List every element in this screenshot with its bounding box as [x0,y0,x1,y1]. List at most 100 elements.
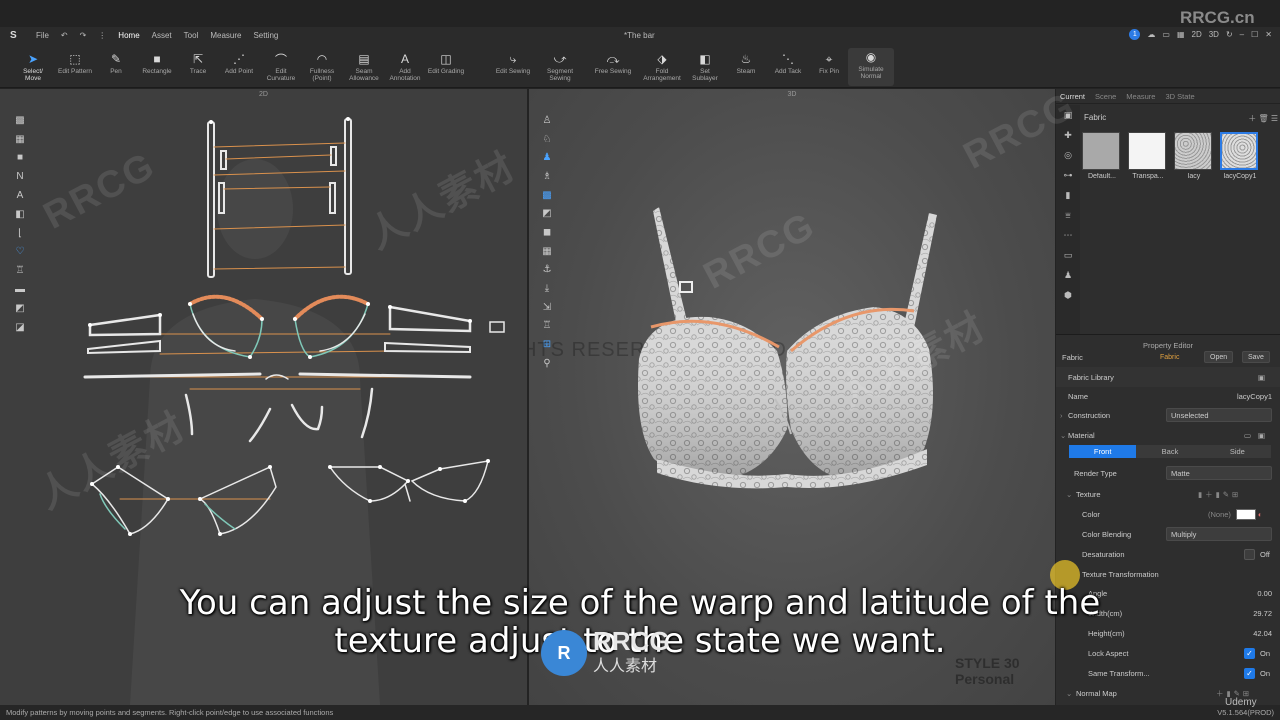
desaturation-checkbox[interactable] [1244,548,1255,560]
menu-tool[interactable]: Tool [184,31,199,40]
render-type-select[interactable]: Matte [1166,466,1272,480]
fabric-swatch-default[interactable]: Default... [1082,132,1122,180]
wing-left-lower[interactable] [87,339,161,355]
tool-fullness[interactable]: ◠ Fullness (Point) [299,50,345,82]
construction-expand-icon[interactable]: › [1060,411,1063,420]
strap-slider-left[interactable] [679,281,693,293]
menu-file[interactable]: File [36,31,49,40]
pin-category-icon[interactable]: ▮ [1056,185,1080,205]
tab-current[interactable]: Current [1060,92,1085,101]
wing-right-upper[interactable] [388,305,472,333]
fabric-swatch-lacy[interactable]: lacy [1174,132,1214,180]
menu-home[interactable]: Home [118,31,139,40]
undo-icon[interactable]: ↶ [61,31,68,40]
tab-measure[interactable]: Measure [1126,92,1155,101]
strap-3d-right[interactable] [903,213,937,333]
tool-pen[interactable]: ✎ Pen [93,50,139,75]
material-collapse-icon[interactable]: ⌄ [1060,431,1066,440]
color-blending-select[interactable]: Multiply [1166,527,1272,541]
tool-set-sublayer[interactable]: ◧ Set Sublayer [682,50,728,82]
tool-fold-arrangement[interactable]: ⬗ Fold Arrangement [639,50,685,82]
strap-3d-left[interactable] [653,207,689,337]
tool-rectangle[interactable]: ■ Rectangle [134,50,180,75]
view-2d-button[interactable]: 2D [1192,30,1202,39]
normal-map-expand-icon[interactable]: ⌄ [1066,689,1072,698]
save-material-icon[interactable]: ▣ [1258,431,1265,440]
more-icon[interactable]: ⋮ [98,31,106,40]
notification-badge[interactable]: 1 [1129,29,1141,40]
tool-trace[interactable]: ⇱ Trace [175,50,221,75]
same-transform-checkbox[interactable]: ✓ [1244,667,1255,679]
strap-left[interactable] [207,121,215,278]
menu-measure[interactable]: Measure [210,31,241,40]
graphic-category-icon[interactable]: ▭ [1056,245,1080,265]
side-front-tab[interactable]: Front [1069,445,1137,458]
tool-add-tack[interactable]: ⋱ Add Tack [765,50,811,75]
cloud-icon[interactable]: ☁ [1147,30,1155,39]
strap-right[interactable] [344,118,352,275]
tool-add-point[interactable]: ⋰ Add Point [216,50,262,75]
tab-scene[interactable]: Scene [1095,92,1116,101]
topstitch-category-icon[interactable]: ⋯ [1056,225,1080,245]
wire-right[interactable] [360,387,374,439]
tool-add-annotation[interactable]: A Add Annotation [382,50,428,82]
open-button[interactable]: Open [1204,351,1234,363]
layout-icon[interactable]: ▭ [1162,30,1170,39]
tool-segment-sewing[interactable]: ⤻ Segment Sewing [537,50,583,83]
fabric-thumb [1082,132,1120,170]
color-picker-icon[interactable]: ◐ [1258,510,1263,519]
texture-actions-icon[interactable]: ▮＋▮✎⊞ [1198,489,1241,500]
side-back-tab[interactable]: Back [1136,445,1203,458]
redo-icon[interactable]: ↷ [80,31,87,40]
side-side-tab[interactable]: Side [1204,445,1271,458]
tool-edit-sewing[interactable]: ⤷ Edit Sewing [490,50,536,76]
delete-fabric-icon[interactable]: 🗑 [1258,114,1268,123]
tool-fix-pin[interactable]: ⌖ Fix Pin [806,50,852,76]
close-icon[interactable]: ✕ [1265,30,1272,39]
fabric-category-icon[interactable]: ▣ [1056,105,1080,125]
button-category-icon[interactable]: ✚ [1056,125,1080,145]
texture-collapse-icon[interactable]: ⌄ [1066,490,1072,499]
save-button[interactable]: Save [1242,351,1270,363]
fabric-library-icon[interactable]: ▣ [1258,373,1265,382]
tool-select-move[interactable]: ➤ Select/ Move [10,50,56,82]
menu-setting[interactable]: Setting [253,31,278,40]
tool-edit-pattern[interactable]: ⬚ Edit Pattern [52,50,98,75]
fabric-swatch-transparent[interactable]: Transpa... [1128,132,1168,180]
fabric-heading: Fabric [1084,113,1107,122]
tool-edit-curvature[interactable]: ⌒ Edit Curvature [258,50,304,83]
tool-steam[interactable]: ♨ Steam [723,50,769,75]
list-view-icon[interactable]: ☰ [1271,114,1278,123]
menu-asset[interactable]: Asset [152,31,172,40]
hook-right[interactable] [330,146,337,166]
wing-right-lower[interactable] [384,341,471,354]
tool-simulate[interactable]: ◉ Simulate Normal [848,48,894,86]
maximize-icon[interactable]: ☐ [1251,30,1258,39]
document-title: *The bar [624,31,655,40]
add-fabric-icon[interactable]: ＋ [1248,114,1256,123]
cube-category-icon[interactable]: ⬢ [1056,285,1080,305]
name-value[interactable]: lacyCopy1 [1237,392,1272,401]
wing-left-upper[interactable] [88,313,162,337]
tool-seam-allowance[interactable]: ▤ Seam Allowance [341,50,387,82]
hook-eye-piece[interactable] [489,321,505,333]
construction-label: Construction [1068,410,1111,420]
view-3d-button[interactable]: 3D [1209,30,1219,39]
minimize-icon[interactable]: – [1240,30,1244,39]
tab-3d-state[interactable]: 3D State [1165,92,1194,101]
avatar-category-icon[interactable]: ♟ [1056,265,1080,285]
grid-view-icon[interactable]: ▦ [1177,30,1185,39]
stitch-category-icon[interactable]: ⩸ [1056,205,1080,225]
tool-free-sewing[interactable]: ⤼ Free Sewing [590,50,636,76]
slider-right[interactable] [329,182,336,214]
refresh-icon[interactable]: ↻ [1226,30,1233,39]
color-swatch[interactable] [1236,508,1256,520]
lower-cup-right-b[interactable] [410,460,489,502]
zipper-category-icon[interactable]: ⊶ [1056,165,1080,185]
fabric-swatch-lacycopy1[interactable]: lacyCopy1 [1220,132,1260,180]
trim-category-icon[interactable]: ◎ [1056,145,1080,165]
hook-left[interactable] [220,150,227,170]
folder-icon[interactable]: ▭ [1244,431,1251,440]
construction-select[interactable]: Unselected [1166,408,1272,422]
tool-edit-grading[interactable]: ◫ Edit Grading [423,50,469,75]
